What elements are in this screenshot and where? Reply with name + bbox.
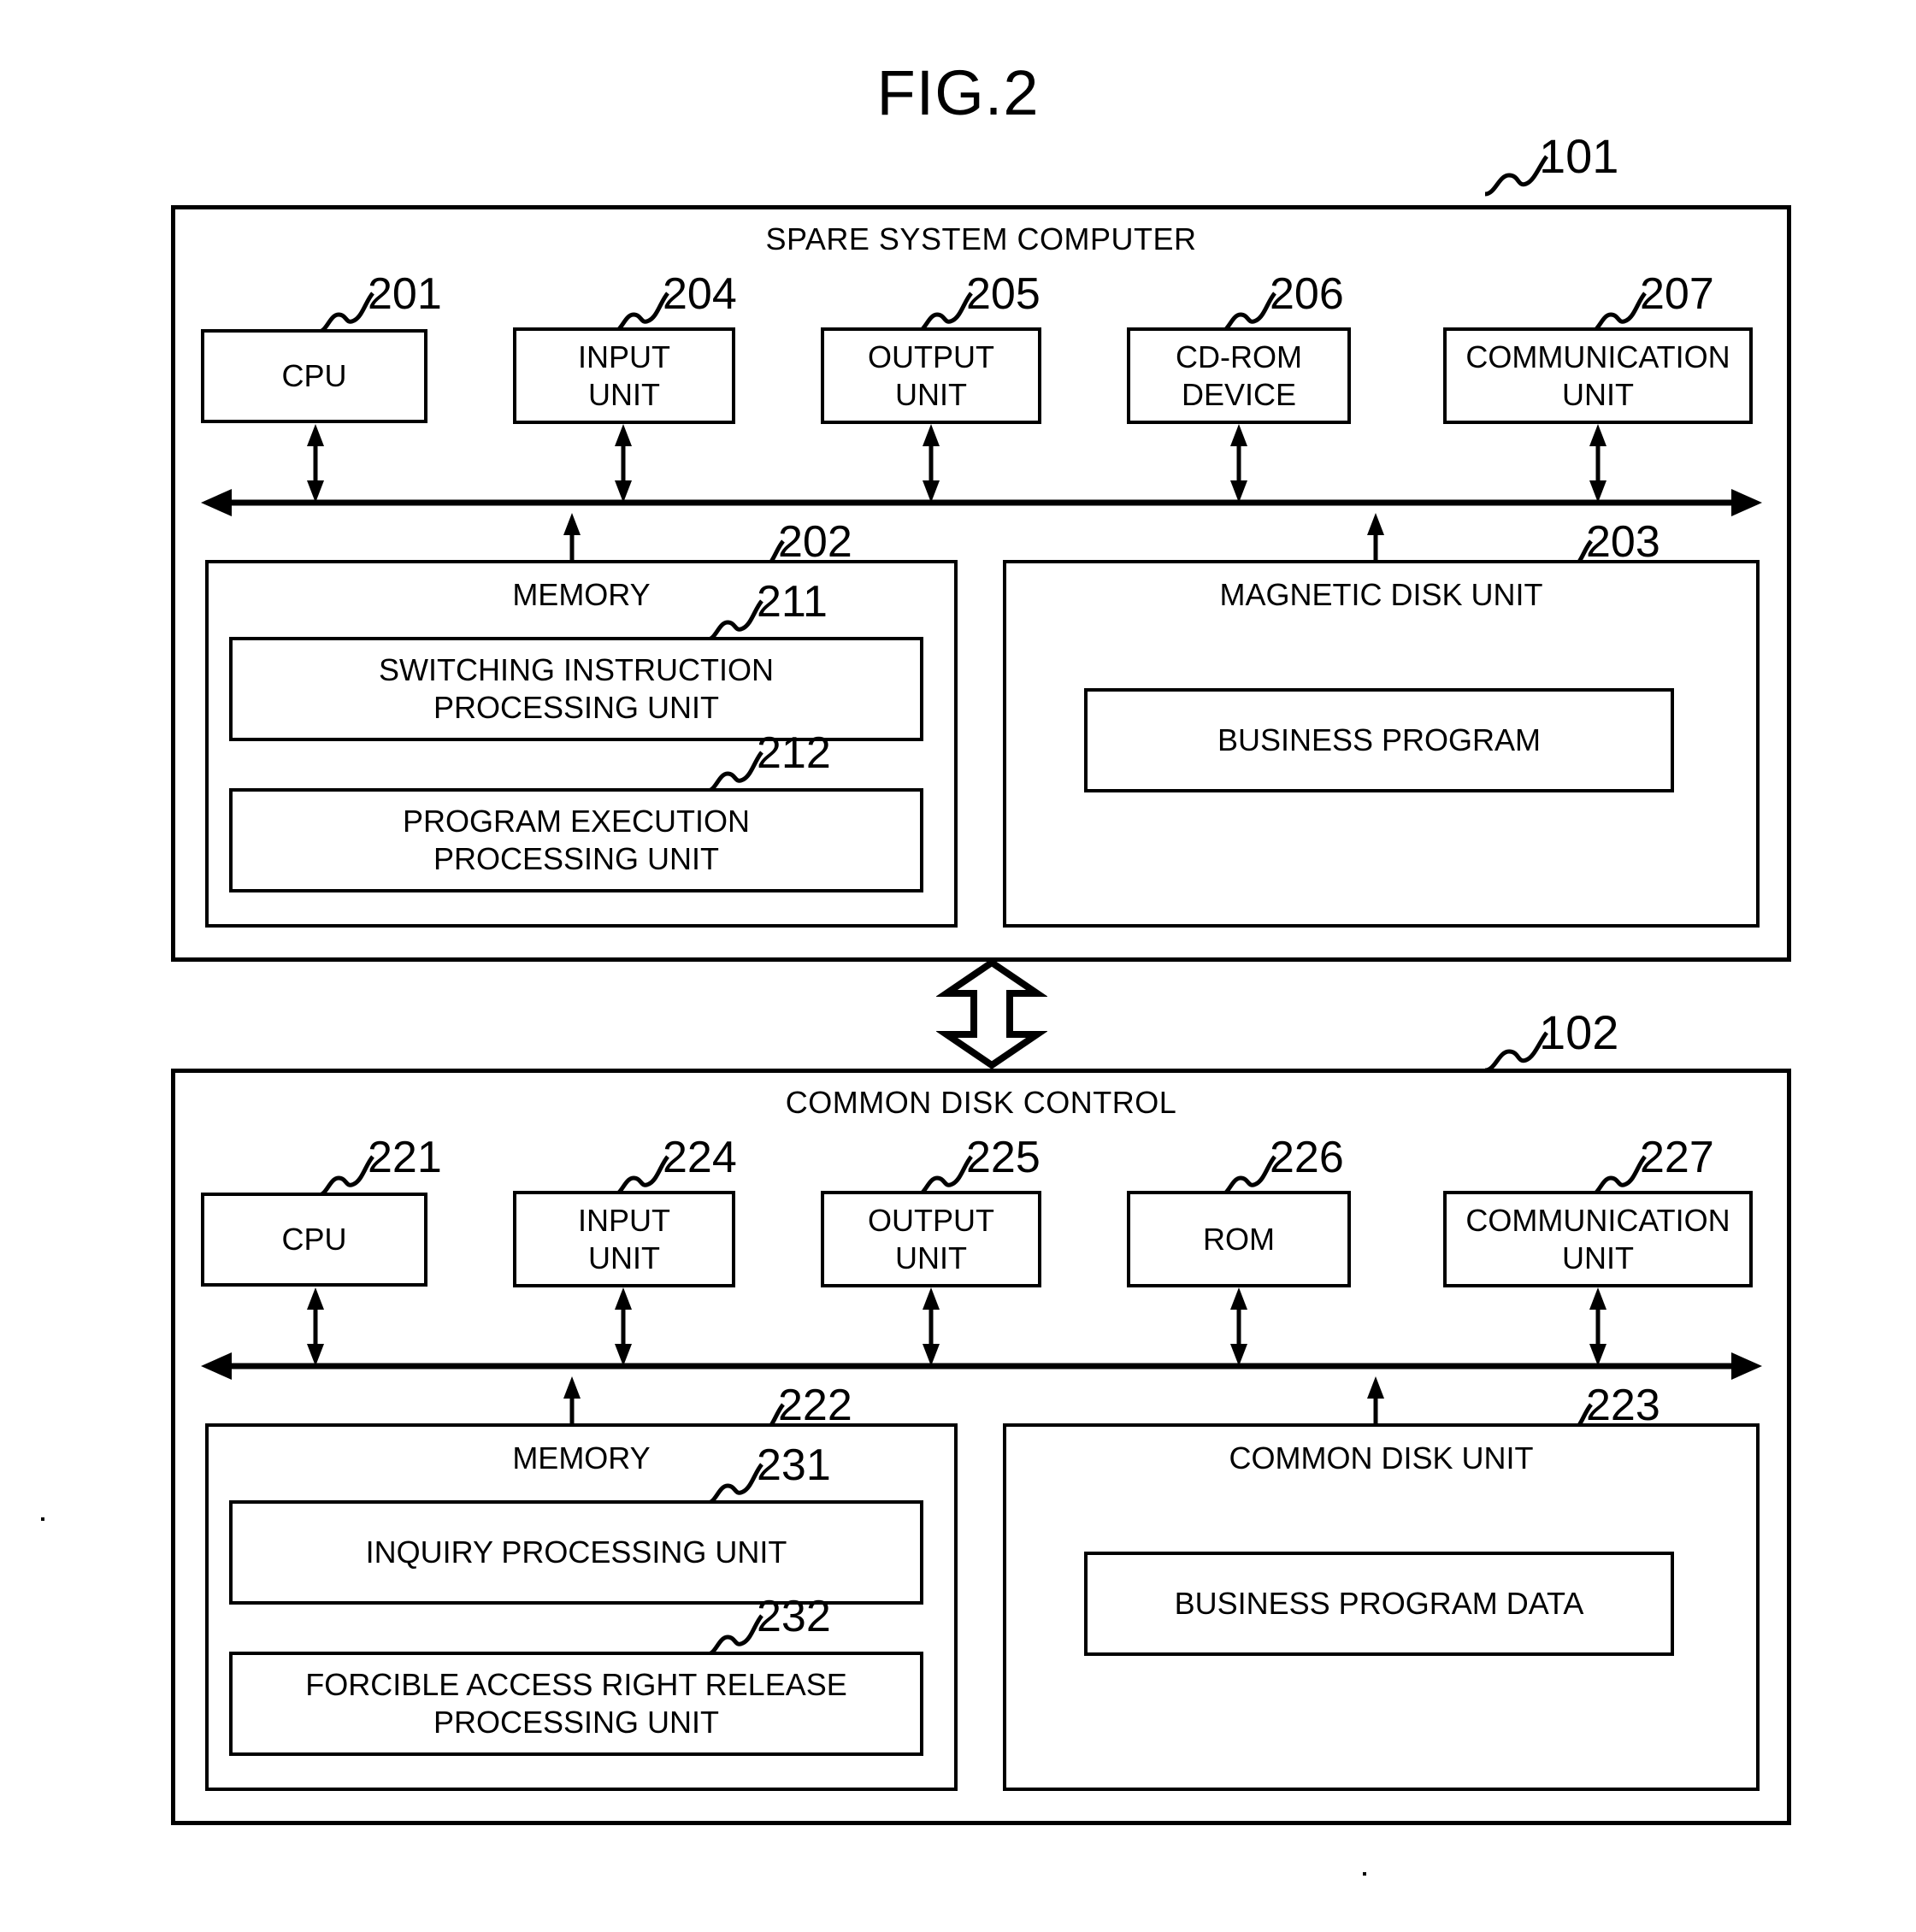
ref-label-223: 223 [1586, 1381, 1660, 1430]
scan-speck [1363, 1872, 1366, 1876]
unit-box-communication-unit-227: COMMUNICATION UNIT [1443, 1191, 1753, 1287]
bidirectional-link-arrow [936, 959, 1047, 1069]
ref-label-201: 201 [368, 269, 442, 319]
module-box-inquiry-processing-231: INQUIRY PROCESSING UNIT [229, 1500, 923, 1605]
ref-label-202: 202 [778, 517, 852, 567]
group-title-memory: MEMORY [512, 1440, 651, 1476]
ref-label-225: 225 [966, 1133, 1041, 1182]
module-box-program-execution-212: PROGRAM EXECUTION PROCESSING UNIT [229, 788, 923, 892]
ref-label-224: 224 [663, 1133, 737, 1182]
storage-content-label: BUSINESS PROGRAM DATA [1174, 1586, 1584, 1622]
unit-label: OUTPUT UNIT [868, 339, 994, 412]
module-label: SWITCHING INSTRUCTION PROCESSING UNIT [379, 652, 774, 725]
ref-label-204: 204 [663, 269, 737, 319]
module-label: INQUIRY PROCESSING UNIT [365, 1534, 787, 1570]
ref-label-101: 101 [1539, 129, 1619, 183]
ref-label-231: 231 [757, 1440, 831, 1490]
system-bus-common-disk-control [201, 1352, 1762, 1380]
group-title-common-disk: COMMON DISK UNIT [1229, 1440, 1534, 1476]
unit-box-output-unit-225: OUTPUT UNIT [821, 1191, 1041, 1287]
ref-label-211: 211 [757, 577, 828, 627]
ref-label-102: 102 [1539, 1005, 1619, 1059]
unit-label: COMMUNICATION UNIT [1465, 339, 1730, 412]
unit-box-cpu-221: CPU [201, 1193, 427, 1287]
unit-label: INPUT UNIT [578, 339, 670, 412]
figure-title: FIG.2 [876, 57, 1040, 128]
ref-label-207: 207 [1640, 269, 1714, 319]
unit-label: OUTPUT UNIT [868, 1202, 994, 1275]
unit-box-output-unit-205: OUTPUT UNIT [821, 327, 1041, 424]
ref-label-226: 226 [1270, 1133, 1344, 1182]
unit-box-input-unit-204: INPUT UNIT [513, 327, 735, 424]
group-title-memory: MEMORY [512, 577, 651, 612]
unit-label: CD-ROM DEVICE [1176, 339, 1302, 412]
unit-box-rom-226: ROM [1127, 1191, 1351, 1287]
unit-box-communication-unit-207: COMMUNICATION UNIT [1443, 327, 1753, 424]
storage-content-business-program: BUSINESS PROGRAM [1084, 688, 1674, 792]
ref-label-221: 221 [368, 1133, 442, 1182]
module-box-forcible-access-right-release-232: FORCIBLE ACCESS RIGHT RELEASE PROCESSING… [229, 1652, 923, 1756]
ref-label-212: 212 [757, 728, 831, 778]
ref-label-205: 205 [966, 269, 1041, 319]
ref-label-222: 222 [778, 1381, 852, 1430]
ref-label-227: 227 [1640, 1133, 1714, 1182]
unit-label: INPUT UNIT [578, 1202, 670, 1275]
ref-label-203: 203 [1586, 517, 1660, 567]
unit-box-cpu-201: CPU [201, 329, 427, 423]
module-label: FORCIBLE ACCESS RIGHT RELEASE PROCESSING… [305, 1667, 847, 1740]
scan-speck [41, 1517, 44, 1521]
unit-label: CPU [281, 358, 347, 394]
system-title-spare: SPARE SYSTEM COMPUTER [765, 221, 1197, 256]
system-bus-spare [201, 489, 1762, 516]
unit-box-cdrom-device-206: CD-ROM DEVICE [1127, 327, 1351, 424]
ref-label-206: 206 [1270, 269, 1344, 319]
ref-label-232: 232 [757, 1592, 831, 1641]
storage-content-business-program-data: BUSINESS PROGRAM DATA [1084, 1552, 1674, 1656]
unit-label: CPU [281, 1222, 347, 1258]
storage-content-label: BUSINESS PROGRAM [1217, 722, 1542, 758]
unit-label: COMMUNICATION UNIT [1465, 1202, 1730, 1275]
unit-label: ROM [1203, 1221, 1275, 1257]
module-label: PROGRAM EXECUTION PROCESSING UNIT [402, 804, 751, 876]
figure-canvas: FIG.2 101 SPARE SYSTEM COMPUTER 201 CPU … [0, 0, 1916, 1932]
group-title-magnetic-disk: MAGNETIC DISK UNIT [1219, 577, 1543, 612]
system-title-common-disk-control: COMMON DISK CONTROL [785, 1085, 1177, 1120]
module-box-switching-instruction-211: SWITCHING INSTRUCTION PROCESSING UNIT [229, 637, 923, 741]
unit-box-input-unit-224: INPUT UNIT [513, 1191, 735, 1287]
